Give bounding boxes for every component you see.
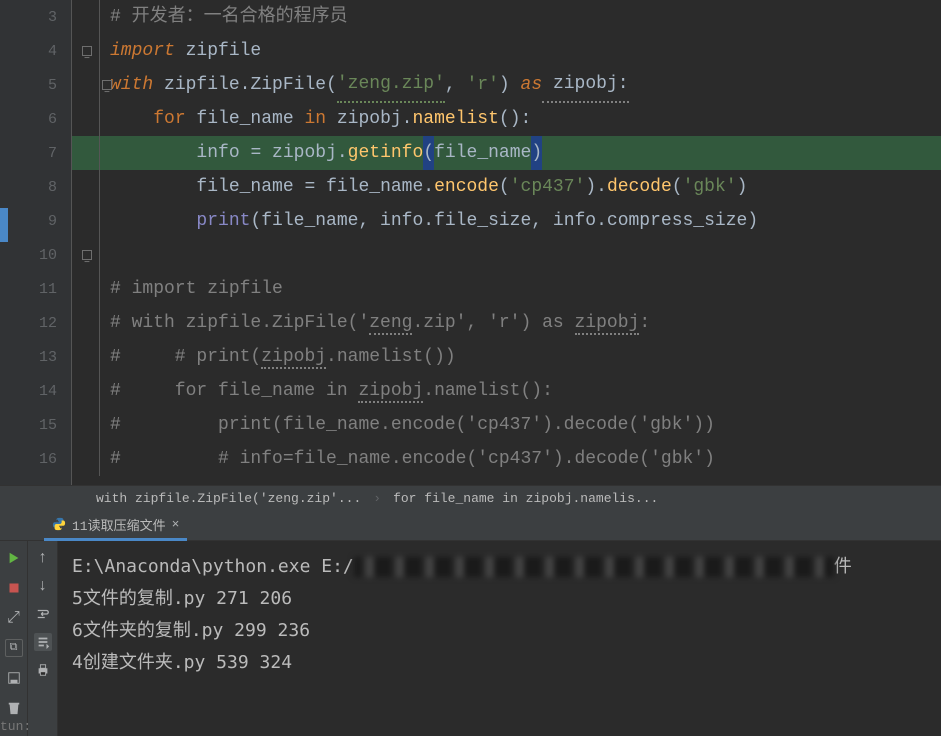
code-line[interactable] bbox=[72, 238, 941, 272]
line-number: 8 bbox=[0, 170, 71, 204]
console-line: 5文件的复制.py 271 206 bbox=[72, 583, 927, 615]
line-number: 5 bbox=[0, 68, 71, 102]
line-number: 10 bbox=[0, 238, 71, 272]
print-icon[interactable] bbox=[34, 661, 52, 679]
close-icon[interactable]: × bbox=[172, 517, 180, 532]
console-line: 6文件夹的复制.py 299 236 bbox=[72, 615, 927, 647]
line-number: 7 bbox=[0, 136, 71, 170]
line-number: 3 bbox=[0, 0, 71, 34]
code-line[interactable]: # # print(zipobj.namelist()) bbox=[72, 340, 941, 374]
fold-toggle-icon[interactable] bbox=[82, 46, 92, 56]
breadcrumb[interactable]: with zipfile.ZipFile('zeng.zip'... › for… bbox=[0, 485, 941, 511]
run-tab-label: 11读取压缩文件 bbox=[72, 515, 166, 534]
fold-toggle-icon[interactable] bbox=[82, 250, 92, 260]
code-line[interactable]: # # info=file_name.encode('cp437').decod… bbox=[72, 442, 941, 476]
line-gutter: 3 4 5 6 7 8 9 10 11 12 13 14 15 16 bbox=[0, 0, 72, 485]
console-output[interactable]: E:\Anaconda\python.exe E:/件 5文件的复制.py 27… bbox=[58, 541, 941, 736]
run-toolbar-console: ↑ ↓ bbox=[28, 541, 58, 736]
keyword: as bbox=[521, 68, 543, 102]
code-area[interactable]: # 开发者：一名合格的程序员 import zipfile with zipfi… bbox=[72, 0, 941, 485]
run-tool-window: tun: 11读取压缩文件 × ⤢ ⧉ bbox=[0, 511, 941, 736]
code-line[interactable]: # print(file_name.encode('cp437').decode… bbox=[72, 408, 941, 442]
breadcrumb-segment[interactable]: with zipfile.ZipFile('zeng.zip'... bbox=[90, 491, 367, 506]
code-editor[interactable]: 3 4 5 6 7 8 9 10 11 12 13 14 15 16 # 开发者… bbox=[0, 0, 941, 485]
run-tab[interactable]: 11读取压缩文件 × bbox=[44, 511, 187, 541]
line-number: 9 bbox=[0, 204, 71, 238]
keyword: in bbox=[304, 102, 326, 136]
line-number: 6 bbox=[0, 102, 71, 136]
layout-icon[interactable]: ⤢ bbox=[5, 609, 23, 627]
console-line: E:\Anaconda\python.exe E:/件 bbox=[72, 551, 927, 583]
code-line[interactable]: file_name = file_name.encode('cp437').de… bbox=[72, 170, 941, 204]
breadcrumb-segment[interactable]: for file_name in zipobj.namelis... bbox=[387, 491, 664, 506]
rerun-icon[interactable] bbox=[5, 549, 23, 567]
run-tab-bar: tun: 11读取压缩文件 × bbox=[0, 511, 941, 541]
up-arrow-icon[interactable]: ↑ bbox=[34, 549, 52, 567]
line-number: 13 bbox=[0, 340, 71, 374]
python-icon bbox=[52, 517, 66, 531]
line-number: 14 bbox=[0, 374, 71, 408]
line-number: 16 bbox=[0, 442, 71, 476]
chevron-right-icon: › bbox=[367, 491, 387, 506]
run-toolbar-left: ⤢ ⧉ bbox=[0, 541, 28, 736]
run-panel: ⤢ ⧉ ↑ ↓ E:\Anaconda\python.exe E:/件 bbox=[0, 541, 941, 736]
console-line: 4创建文件夹.py 539 324 bbox=[72, 647, 927, 679]
code-line[interactable]: print(file_name, info.file_size, info.co… bbox=[72, 204, 941, 238]
line-number: 12 bbox=[0, 306, 71, 340]
fold-toggle-icon[interactable] bbox=[102, 80, 112, 90]
delete-icon[interactable] bbox=[5, 699, 23, 717]
down-arrow-icon[interactable]: ↓ bbox=[34, 577, 52, 595]
scroll-to-end-icon[interactable] bbox=[34, 633, 52, 651]
identifier: zipfile bbox=[186, 34, 262, 68]
line-number: 11 bbox=[0, 272, 71, 306]
line-number: 15 bbox=[0, 408, 71, 442]
keyword: import bbox=[110, 34, 175, 68]
save-icon[interactable] bbox=[5, 669, 23, 687]
code-line[interactable]: # 开发者：一名合格的程序员 bbox=[72, 0, 941, 34]
code-line[interactable]: # import zipfile bbox=[72, 272, 941, 306]
soft-wrap-icon[interactable] bbox=[34, 605, 52, 623]
stop-icon[interactable] bbox=[5, 579, 23, 597]
code-line[interactable]: import zipfile bbox=[72, 34, 941, 68]
code-line[interactable]: # for file_name in zipobj.namelist(): bbox=[72, 374, 941, 408]
code-line[interactable]: # with zipfile.ZipFile('zeng.zip', 'r') … bbox=[72, 306, 941, 340]
code-line[interactable]: for file_name in zipobj.namelist(): bbox=[72, 102, 941, 136]
run-sidebar-label: tun: bbox=[0, 719, 31, 734]
redacted-path bbox=[354, 557, 834, 577]
code-line[interactable]: with zipfile.ZipFile('zeng.zip', 'r') as… bbox=[72, 68, 941, 102]
pin-icon[interactable]: ⧉ bbox=[5, 639, 23, 657]
line-number: 4 bbox=[0, 34, 71, 68]
code-line-current[interactable]: info = zipobj.getinfo(file_name) bbox=[72, 136, 941, 170]
gutter-change-marker bbox=[0, 208, 8, 242]
